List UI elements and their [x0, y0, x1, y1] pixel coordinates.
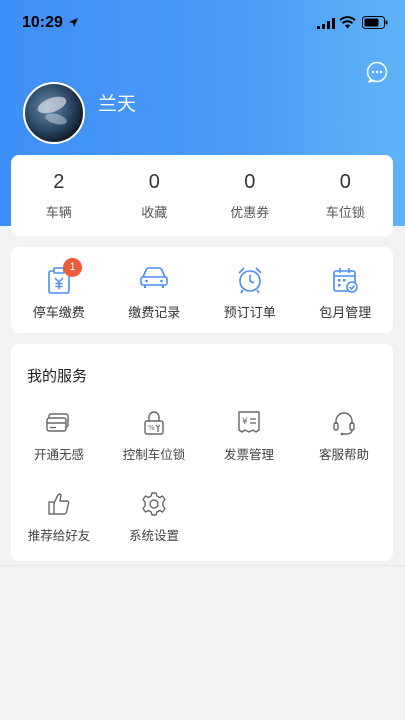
- card-icon: [46, 413, 69, 432]
- quick-action-label: 停车缴费: [32, 306, 85, 321]
- status-bar: 10:29: [0, 0, 405, 48]
- svg-text:¥: ¥: [242, 417, 248, 427]
- avatar[interactable]: [23, 82, 85, 144]
- calendar-check-icon: [333, 268, 358, 293]
- service-label: 控制车位锁: [122, 447, 186, 462]
- stat-coupons[interactable]: 0 优惠券: [202, 155, 298, 236]
- invoice-icon: ¥: [238, 411, 260, 433]
- stat-value: 0: [339, 171, 351, 193]
- quick-action-label: 缴费记录: [128, 306, 181, 321]
- service-label: 系统设置: [128, 528, 179, 543]
- location-arrow-icon: [69, 18, 78, 27]
- stat-value: 0: [148, 171, 160, 193]
- invoice-management-button[interactable]: ¥ 发票管理: [201, 410, 297, 480]
- lock-icon: %: [144, 411, 164, 435]
- svg-text:%: %: [148, 424, 155, 432]
- wifi-icon: [339, 16, 356, 29]
- service-label: 发票管理: [223, 447, 274, 462]
- service-label: 开通无感: [33, 447, 84, 462]
- section-title: 我的服务: [27, 367, 88, 385]
- stat-label: 车辆: [45, 206, 72, 221]
- alarm-clock-icon: [238, 267, 262, 294]
- stat-label: 优惠券: [230, 206, 270, 221]
- battery-icon: [362, 16, 388, 29]
- stat-vehicles[interactable]: 2 车辆: [11, 155, 107, 236]
- headset-icon: [333, 412, 355, 436]
- settings-icon: [142, 492, 166, 516]
- stat-value: 2: [53, 171, 65, 193]
- quick-action-label: 包月管理: [319, 306, 372, 321]
- username[interactable]: 兰天: [98, 89, 136, 116]
- monthly-management-button[interactable]: 包月管理: [298, 247, 394, 333]
- service-label: 推荐给好友: [27, 528, 91, 543]
- service-label: 客服帮助: [318, 447, 369, 462]
- stats-card: 2 车辆 0 收藏 0 优惠券 0 车位锁: [11, 155, 393, 236]
- notification-badge: 1: [63, 258, 82, 277]
- stat-parking-locks[interactable]: 0 车位锁: [298, 155, 394, 236]
- system-settings-button[interactable]: 系统设置: [106, 491, 202, 561]
- payment-records-button[interactable]: 缴费记录: [107, 247, 203, 333]
- stat-label: 收藏: [141, 206, 168, 221]
- divider: [0, 565, 405, 566]
- control-parking-lock-button[interactable]: % 控制车位锁: [106, 410, 202, 480]
- cellular-signal-icon: [317, 18, 335, 29]
- booking-orders-button[interactable]: 预订订单: [202, 247, 298, 333]
- recommend-to-friends-button[interactable]: 推荐给好友: [11, 491, 107, 561]
- customer-service-button[interactable]: 客服帮助: [296, 410, 392, 480]
- parking-payment-button[interactable]: 1 停车缴费: [11, 247, 107, 333]
- stat-favorites[interactable]: 0 收藏: [107, 155, 203, 236]
- status-time: 10:29: [22, 14, 63, 31]
- quick-action-label: 预订订单: [223, 306, 276, 321]
- stat-value: 0: [244, 171, 256, 193]
- car-icon: [140, 267, 169, 288]
- stat-label: 车位锁: [325, 206, 365, 221]
- enable-senseless-payment-button[interactable]: 开通无感: [11, 410, 107, 480]
- my-services-card: 我的服务 开通无感 % 控制车位锁 ¥ 发票管理 客服帮助 推荐给好友 系统设置: [11, 344, 393, 561]
- quick-actions-card: 1 停车缴费 缴费记录 预订订单 包月管理: [11, 247, 393, 333]
- message-icon[interactable]: [366, 61, 388, 83]
- thumbs-up-icon: [48, 493, 70, 515]
